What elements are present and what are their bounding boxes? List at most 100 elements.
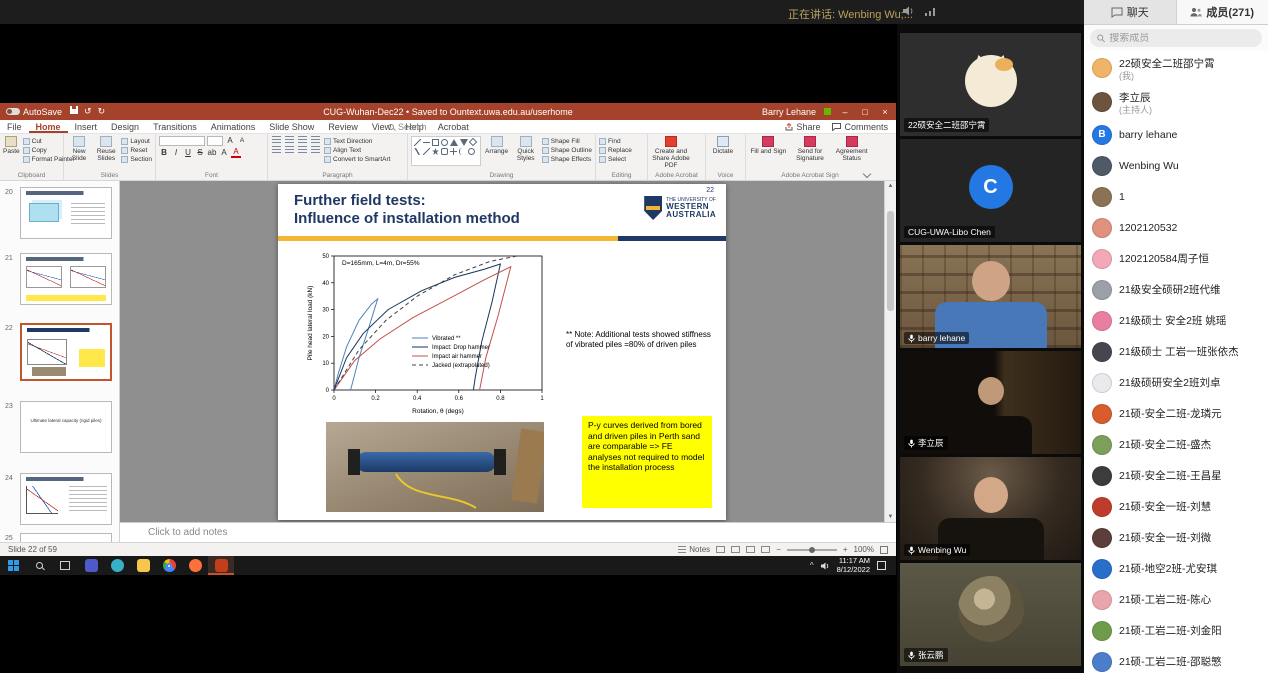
send-for-signature-button[interactable]: Send for Signature [791,136,830,162]
scroll-up-icon[interactable]: ▲ [885,181,896,191]
member-row[interactable]: 21硕-工岩二班-刘金阳 [1084,615,1268,646]
member-row[interactable]: 21硕-工岩二班-陈心 [1084,584,1268,615]
grow-font-button[interactable]: A [225,136,235,146]
align-center-icon[interactable] [285,146,294,154]
menu-tab-design[interactable]: Design [104,120,146,133]
menu-tab-acrobat[interactable]: Acrobat [431,120,476,133]
align-right-icon[interactable] [298,146,307,154]
slide-canvas[interactable]: 22 Further field tests: Influence of ins… [278,184,726,520]
video-tile[interactable]: barry lehane [900,245,1081,348]
member-row[interactable]: Bbarry lehane [1084,119,1268,150]
slide-thumbnail-22[interactable] [20,323,112,381]
align-left-icon[interactable] [272,146,281,154]
increase-indent-icon[interactable] [311,136,320,144]
zoom-slider-thumb[interactable] [809,547,815,553]
shape-effects-button[interactable]: Shape Effects [542,156,592,163]
shrink-font-button[interactable]: A [237,136,247,146]
close-button[interactable]: × [879,107,891,117]
network-signal-icon[interactable] [925,7,936,16]
member-row[interactable]: 1 [1084,181,1268,212]
text-shadow-button[interactable]: ab [207,148,217,158]
text-direction-button[interactable]: Text Direction [324,138,390,145]
menu-tab-review[interactable]: Review [321,120,365,133]
font-size-select[interactable] [207,136,223,146]
menu-tab-insert[interactable]: Insert [68,120,105,133]
character-spacing-button[interactable]: A [219,148,229,158]
rectangle-shape-icon[interactable] [432,139,439,146]
paste-button[interactable]: Paste [3,136,20,155]
menu-tab-slide-show[interactable]: Slide Show [262,120,321,133]
smartart-button[interactable]: Convert to SmartArt [324,156,390,163]
plus-shape-icon[interactable] [450,148,457,155]
member-row[interactable]: Wenbing Wu [1084,150,1268,181]
slide-sorter-button[interactable] [731,546,740,553]
circle-shape-icon[interactable] [468,148,475,155]
arrow-shape-icon[interactable] [423,139,430,146]
member-row[interactable]: 21硕-地空2班-尤安琪 [1084,553,1268,584]
start-button[interactable] [0,556,26,575]
notes-pane[interactable]: Click to add notes [120,522,896,542]
member-row[interactable]: 21硕-安全二班-龙璘元 [1084,398,1268,429]
taskbar-app-teams[interactable] [78,556,104,575]
brace-shape-icon[interactable] [459,148,466,155]
dictate-button[interactable]: Dictate [709,136,737,155]
reuse-slides-button[interactable]: Reuse Slides [94,136,118,162]
share-button[interactable]: Share [785,122,820,132]
redo-icon[interactable]: ↻ [98,106,106,117]
menu-tab-file[interactable]: File [0,120,29,133]
search-box[interactable]: Search [388,122,427,132]
create-pdf-button[interactable]: Create and Share Adobe PDF [651,136,691,169]
save-icon[interactable] [70,106,78,114]
layout-button[interactable]: Layout [121,138,152,145]
arrange-button[interactable]: Arrange [484,136,510,155]
member-row[interactable]: 21硕-工岩二班-邵聪慜 [1084,646,1268,673]
speaker-icon[interactable] [903,6,915,16]
slide-scrollbar[interactable]: ▲ ▼ [884,181,896,522]
taskbar-app-chrome[interactable] [156,556,182,575]
taskbar-app-firefox[interactable] [182,556,208,575]
tray-speaker-icon[interactable] [821,562,830,570]
strikethrough-button[interactable]: S [195,148,205,158]
menu-tab-transitions[interactable]: Transitions [146,120,204,133]
member-row[interactable]: 1202120584周子恒 [1084,243,1268,274]
taskbar-app-file-explorer[interactable] [130,556,156,575]
fit-slide-button[interactable] [880,546,888,554]
slide-thumbnail-24[interactable] [20,473,112,525]
bullets-icon[interactable] [272,136,281,144]
underline-button[interactable]: U [183,148,193,158]
replace-button[interactable]: Replace [599,147,632,154]
new-slide-button[interactable]: New Slide [67,136,91,162]
fill-and-sign-button[interactable]: Fill and Sign [749,136,788,155]
action-center-icon[interactable] [877,561,886,570]
member-row[interactable]: 21硕-安全一班-刘慧 [1084,491,1268,522]
font-color-button[interactable]: A [231,148,241,158]
normal-view-button[interactable] [716,546,725,553]
video-tile[interactable]: 李立辰 [900,351,1081,454]
oval-shape-icon[interactable] [441,139,448,146]
triangle-down-shape-icon[interactable] [460,139,468,146]
member-row[interactable]: 李立辰(主持人) [1084,85,1268,119]
notes-button[interactable]: Notes [678,545,710,554]
scroll-down-icon[interactable]: ▼ [885,512,896,522]
callout-shape-icon[interactable] [441,148,448,155]
video-tile[interactable]: CCUG-UWA-Libo Chen [900,139,1081,242]
slide-thumbnail-23[interactable]: Ultimate lateral capacity (rigid piles) [20,401,112,453]
member-row[interactable]: 21级安全硕研2班代维 [1084,274,1268,305]
tray-expand-icon[interactable]: ^ [810,561,814,570]
member-row[interactable]: 21硕-安全一班-刘微 [1084,522,1268,553]
justify-icon[interactable] [311,146,320,154]
autosave-toggle[interactable]: AutoSave [6,107,62,117]
zoom-level[interactable]: 100% [854,545,874,554]
zoom-in-button[interactable]: + [843,545,848,554]
line-shape-icon[interactable] [414,139,421,146]
slideshow-button[interactable] [761,546,770,553]
zoom-slider[interactable] [787,549,837,551]
tab-chat[interactable]: 聊天 [1084,0,1176,24]
slide-thumbnail-21[interactable] [20,253,112,305]
slide-thumbnail-25[interactable] [20,533,112,542]
comments-button[interactable]: Comments [832,122,888,132]
slide-thumbnail-20[interactable] [20,187,112,239]
taskbar-app-edge[interactable] [104,556,130,575]
freeform-shape-icon[interactable] [414,148,421,155]
italic-button[interactable]: I [171,148,181,158]
